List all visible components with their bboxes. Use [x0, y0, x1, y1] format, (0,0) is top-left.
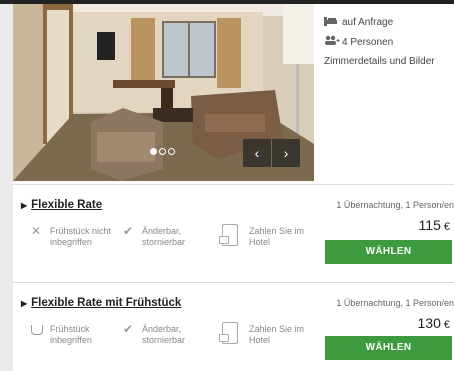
- price: 130 €: [418, 315, 450, 331]
- rate-title-link[interactable]: ▶ Flexible Rate mit Frühstück: [21, 297, 181, 309]
- room-info: auf Anfrage 4 Personen Zimmerdetails und…: [324, 12, 454, 67]
- gallery-prev-button[interactable]: ‹: [243, 139, 271, 167]
- bed-icon: [324, 16, 342, 29]
- gallery-dot-3[interactable]: [168, 148, 175, 155]
- phone-hand-icon: [219, 224, 238, 246]
- phone-hand-icon: [219, 322, 238, 344]
- feature-text: Frühstück inbegriffen: [50, 324, 92, 345]
- availability-text: auf Anfrage: [342, 16, 394, 28]
- capacity-row: 4 Personen: [324, 32, 454, 52]
- feature-text: Zahlen Sie im Hotel: [249, 226, 305, 247]
- price-value: 130: [417, 315, 441, 331]
- price: 115 €: [419, 217, 450, 233]
- capacity-text: 4 Personen: [342, 36, 394, 48]
- room-card: ‹ › auf Anfrage 4 Personen Zimmerdetails…: [13, 4, 454, 371]
- rate-title-text: Flexible Rate: [31, 199, 103, 211]
- price-currency: €: [443, 319, 450, 331]
- chevron-left-icon: ‹: [254, 145, 260, 161]
- gallery-next-button[interactable]: ›: [272, 139, 300, 167]
- rate-title-text: Flexible Rate mit Frühstück: [31, 297, 182, 309]
- price-value: 115: [418, 217, 441, 233]
- caret-right-icon: ▶: [21, 299, 28, 308]
- check-icon: ✔: [123, 322, 134, 336]
- select-rate-button[interactable]: WÄHLEN: [325, 336, 452, 360]
- x-icon: ✕: [31, 224, 42, 238]
- gallery-dot-2[interactable]: [159, 148, 166, 155]
- gallery-pagination: [150, 148, 175, 155]
- cup-icon: [31, 325, 43, 335]
- gallery-dot-1[interactable]: [150, 148, 157, 155]
- price-currency: €: [443, 221, 450, 233]
- select-rate-button[interactable]: WÄHLEN: [325, 240, 452, 264]
- availability-row: auf Anfrage: [324, 12, 454, 32]
- price-basis: 1 Übernachtung, 1 Person/en: [336, 200, 454, 210]
- feature-text: Zahlen Sie im Hotel: [249, 324, 305, 345]
- caret-right-icon: ▶: [21, 201, 28, 210]
- room-photo-gallery[interactable]: ‹ ›: [13, 4, 314, 181]
- price-basis: 1 Übernachtung, 1 Person/en: [336, 298, 454, 308]
- rate-title-link[interactable]: ▶ Flexible Rate: [21, 199, 102, 211]
- rate-flexible-breakfast: ▶ Flexible Rate mit Frühstück Frühstück i…: [13, 282, 454, 371]
- room-details-link[interactable]: Zimmerdetails und Bilder: [324, 56, 454, 67]
- feature-text: Änderbar, stornierbar: [142, 226, 186, 247]
- chevron-right-icon: ›: [283, 145, 289, 161]
- feature-text: Änderbar, stornierbar: [142, 324, 186, 345]
- rate-flexible: ▶ Flexible Rate ✕ Frühstück nicht inbegri…: [13, 184, 454, 279]
- persons-icon: [324, 35, 342, 49]
- feature-text: Frühstück nicht inbegriffen: [50, 226, 112, 247]
- check-icon: ✔: [123, 224, 134, 238]
